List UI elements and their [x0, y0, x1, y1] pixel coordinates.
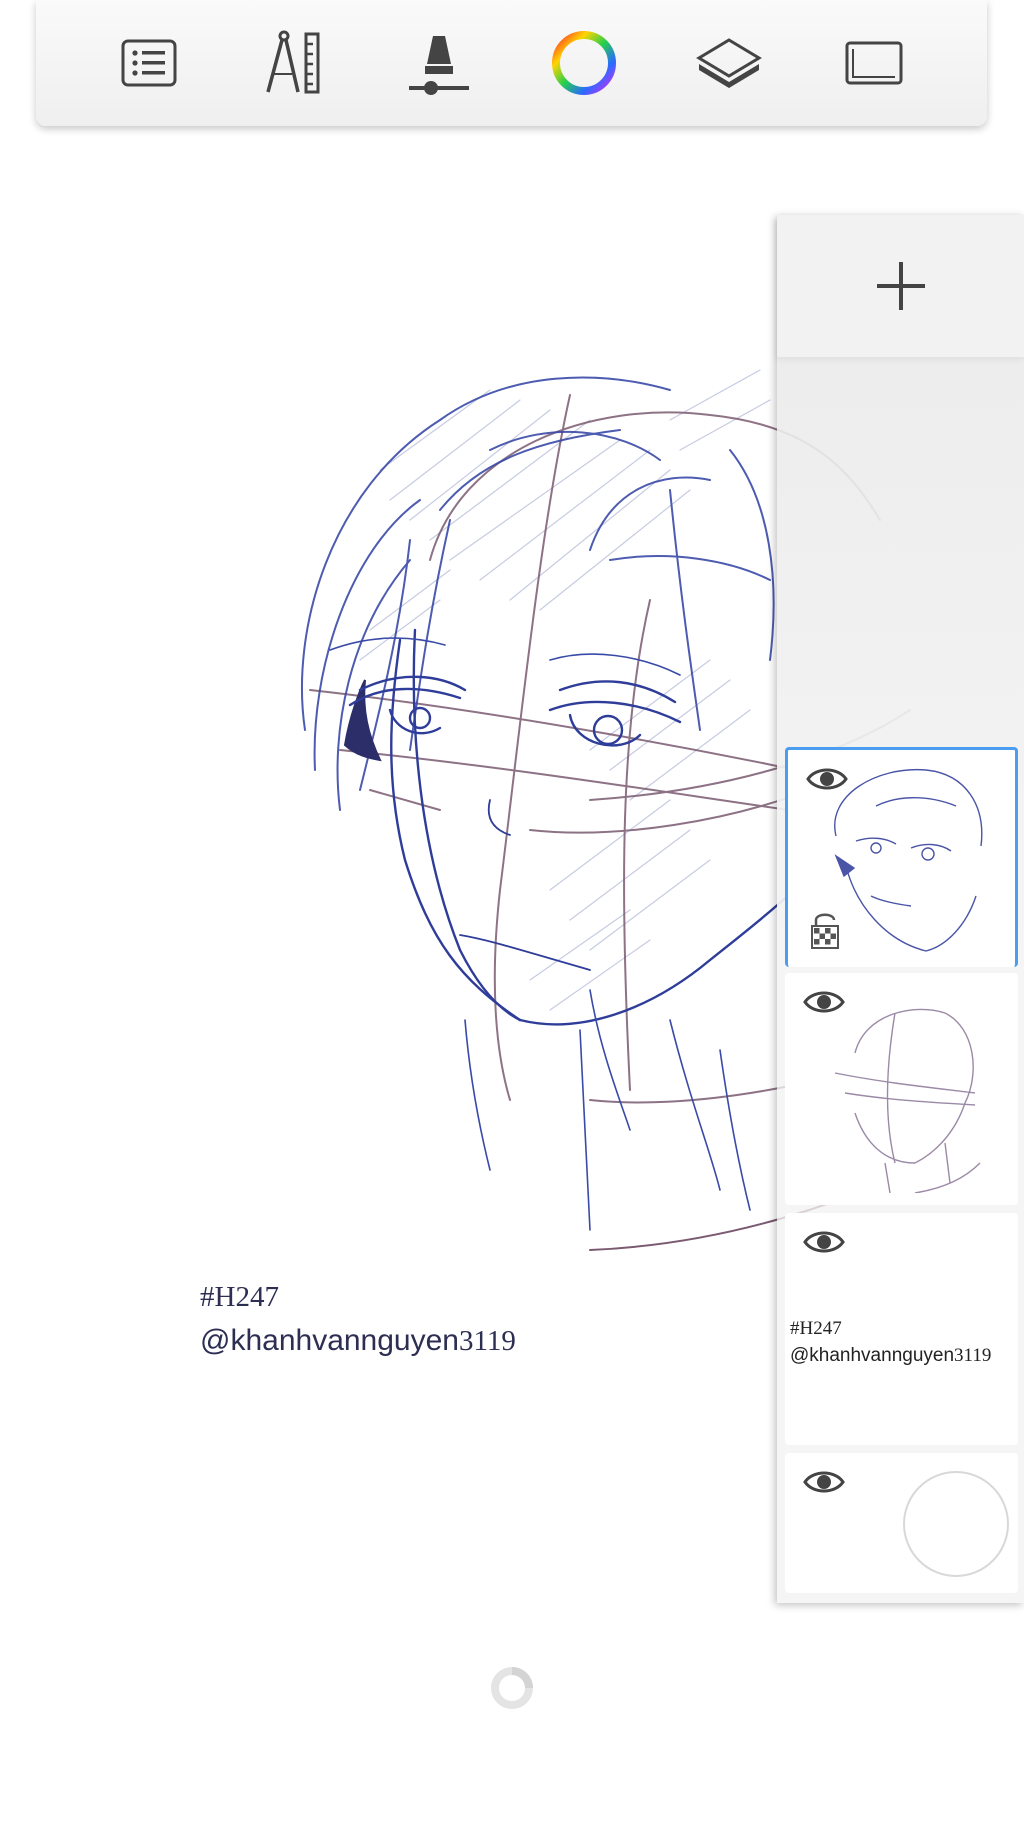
ruler-compass-icon[interactable]: [249, 18, 339, 108]
layer-item-1[interactable]: [785, 747, 1018, 967]
list-menu-icon[interactable]: [104, 18, 194, 108]
brush-size-icon[interactable]: [394, 18, 484, 108]
layer-thumbnail-guide: [834, 1008, 981, 1193]
add-layer-button[interactable]: [777, 215, 1024, 357]
visibility-eye-icon[interactable]: [803, 1467, 845, 1497]
top-toolbar: [36, 0, 987, 126]
plus-icon: [876, 262, 925, 310]
alpha-lock-icon[interactable]: [810, 910, 840, 950]
layer-thumbnail-circle: [903, 1471, 1009, 1577]
watermark-tag: #H247: [200, 1281, 279, 1313]
watermark-text: #H247 @khanhvannguyen3119: [200, 1275, 516, 1363]
layer-text-handle: @khanhvannguyen3119: [790, 1345, 992, 1366]
layer-item-3[interactable]: #H247 @khanhvannguyen3119: [785, 1213, 1018, 1445]
color-wheel-icon[interactable]: [539, 18, 629, 108]
loading-spinner-icon: [491, 1667, 533, 1709]
layer-thumbnail-face: [834, 768, 983, 952]
drawing-canvas[interactable]: #H247 @khanhvannguyen3119 #H247 @khanhva…: [0, 0, 1024, 1821]
visibility-eye-icon[interactable]: [803, 1227, 845, 1257]
layer-panel: #H247 @khanhvannguyen3119: [777, 215, 1024, 1603]
layers-icon[interactable]: [684, 18, 774, 108]
canvas-frame-icon[interactable]: [829, 18, 919, 108]
watermark-handle: @khanhvannguyen3119: [200, 1324, 516, 1357]
layer-item-2[interactable]: [785, 973, 1018, 1205]
layer-text-tag: #H247: [790, 1318, 842, 1339]
layer-thumbnail-text: #H247 @khanhvannguyen3119: [790, 1315, 991, 1369]
layer-item-4[interactable]: [785, 1453, 1018, 1593]
